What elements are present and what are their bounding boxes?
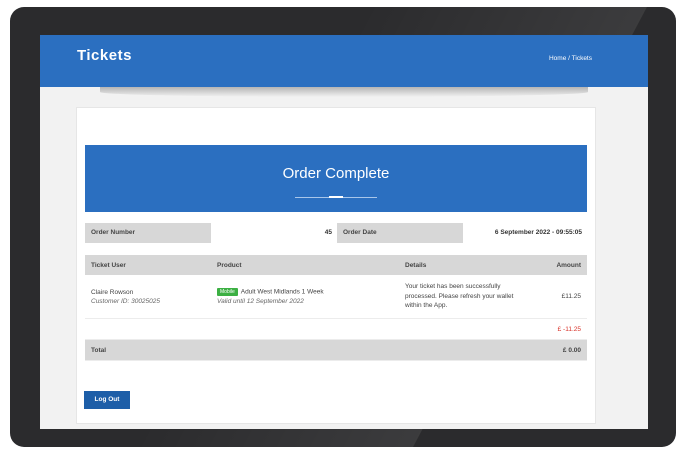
breadcrumb-separator: /: [568, 55, 570, 62]
product-cell: Mobile Adult West Midlands 1 Week Valid u…: [211, 275, 399, 319]
total-row: Total £ 0.00: [85, 339, 587, 361]
discount-amount: £ -11.25: [525, 318, 587, 340]
total-label: Total: [85, 339, 211, 361]
logout-button[interactable]: Log Out: [84, 391, 130, 409]
page-header: Tickets Home / Tickets: [40, 35, 648, 87]
order-complete-heading: Order Complete: [282, 165, 390, 182]
order-number-label: Order Number: [85, 223, 211, 243]
breadcrumb: Home / Tickets: [549, 55, 592, 62]
customer-id: Customer ID: 30025025: [91, 297, 161, 305]
breadcrumb-home-link[interactable]: Home: [549, 55, 566, 62]
col-header-details: Details: [399, 255, 525, 275]
page-title: Tickets: [77, 47, 132, 64]
order-card: Order Complete Order Number 45 Order Dat…: [76, 107, 596, 424]
ticket-user-cell: Claire Rowson Customer ID: 30025025: [85, 275, 211, 319]
ticket-user-name: Claire Rowson: [91, 288, 134, 296]
mobile-badge: Mobile: [217, 288, 238, 296]
col-header-ticket-user: Ticket User: [85, 255, 211, 275]
order-meta: Order Number 45 Order Date 6 September 2…: [85, 223, 587, 243]
amount-cell: £11.25: [525, 275, 587, 319]
order-date-label: Order Date: [337, 223, 463, 243]
table-header-row: Ticket User Product Details Amount: [85, 255, 587, 275]
valid-until: Valid until 12 September 2022: [217, 298, 304, 305]
col-header-amount: Amount: [525, 255, 587, 275]
header-shadow: [100, 87, 588, 97]
order-items-table: Ticket User Product Details Amount Clair…: [85, 255, 587, 361]
discount-row: £ -11.25: [85, 318, 587, 340]
breadcrumb-current: Tickets: [571, 55, 592, 62]
order-number-value: 45: [211, 223, 337, 243]
details-cell: Your ticket has been successfully proces…: [399, 275, 525, 319]
total-amount: £ 0.00: [525, 339, 587, 361]
order-date-value: 6 September 2022 - 09:55:05: [463, 223, 587, 243]
heading-divider-accent: [329, 196, 343, 198]
device-frame: Tickets Home / Tickets Order Complete Or…: [10, 7, 676, 447]
order-complete-banner: Order Complete: [85, 145, 587, 212]
table-row: Claire Rowson Customer ID: 30025025 Mobi…: [85, 275, 587, 319]
col-header-product: Product: [211, 255, 399, 275]
browser-screen: Tickets Home / Tickets Order Complete Or…: [40, 35, 648, 429]
product-name: Adult West Midlands 1 Week: [240, 288, 324, 296]
